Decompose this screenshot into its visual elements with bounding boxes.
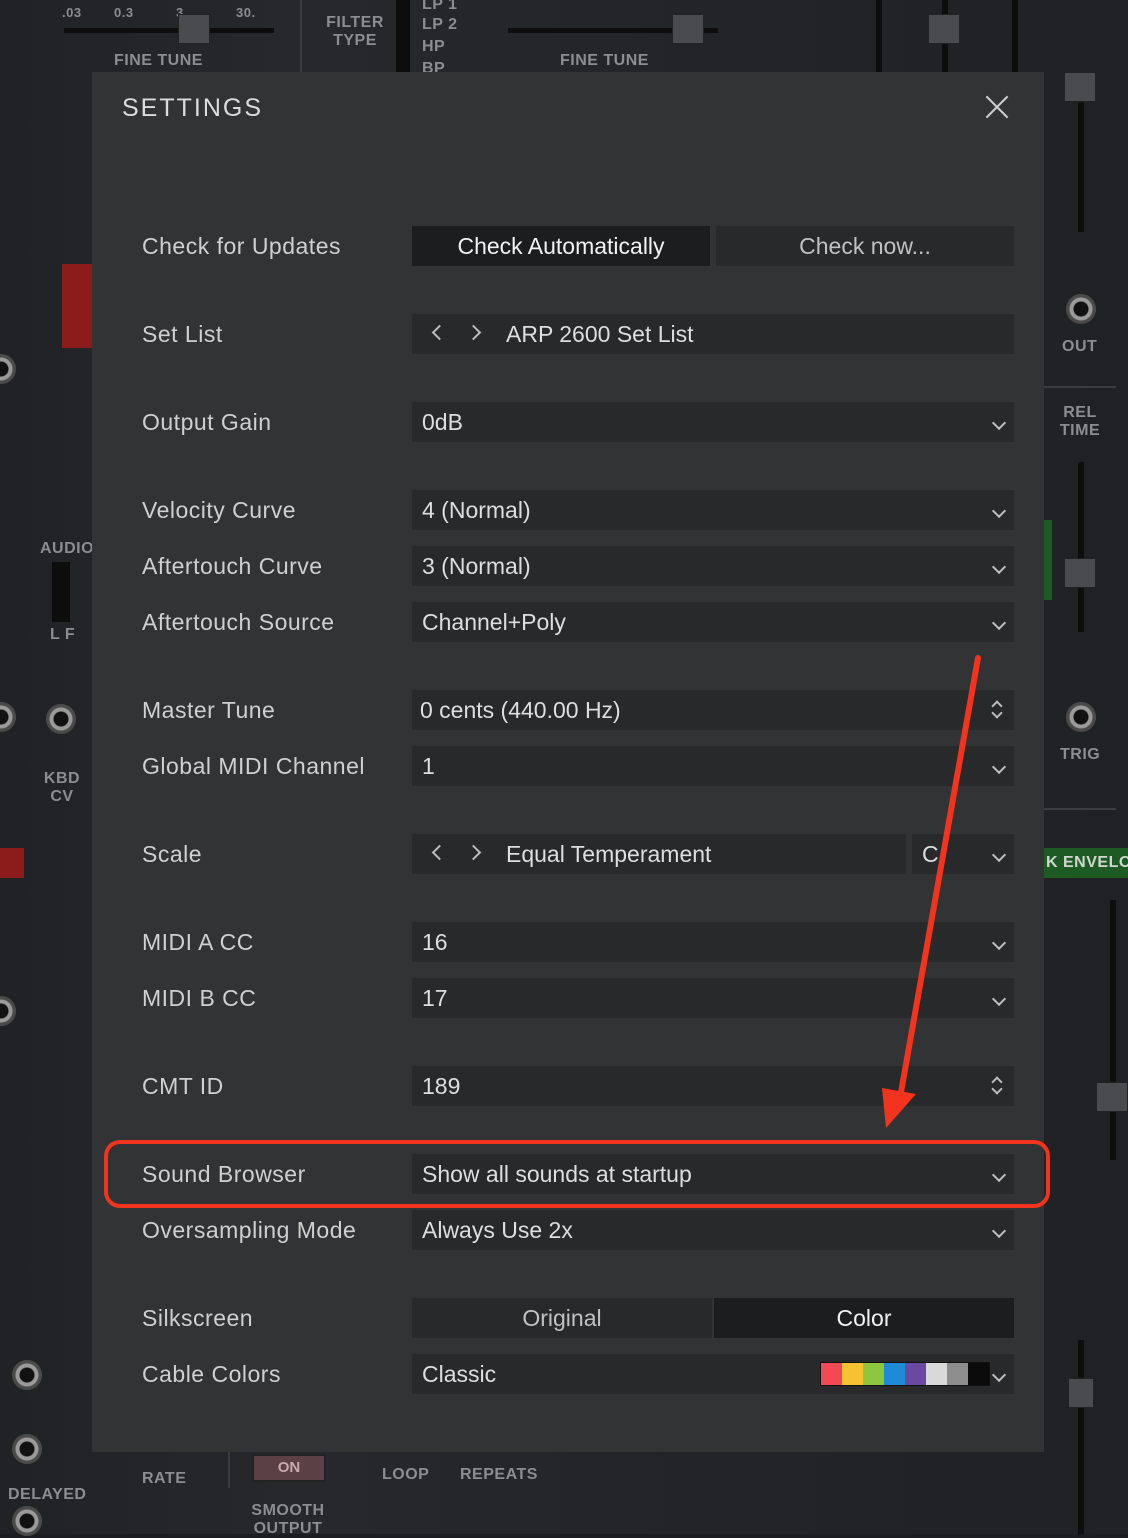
annotation-arrow-icon	[882, 655, 981, 1128]
